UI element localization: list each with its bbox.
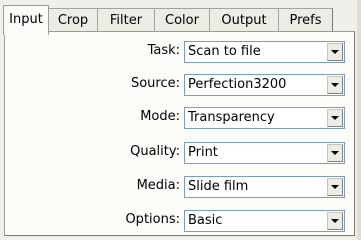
chevron-down-icon[interactable] xyxy=(327,178,343,196)
chevron-down-icon[interactable] xyxy=(327,43,343,61)
mode-row: Mode: Transparency xyxy=(5,107,356,129)
quality-select[interactable]: Print xyxy=(184,142,345,164)
chevron-down-icon[interactable] xyxy=(327,76,343,94)
mode-select[interactable]: Transparency xyxy=(184,107,345,129)
tab-output[interactable]: Output xyxy=(209,8,279,32)
media-label: Media: xyxy=(136,178,180,193)
media-value: Slide film xyxy=(188,179,249,194)
scan-settings-panel: Input Crop Filter Color Output Prefs Tas… xyxy=(0,0,361,240)
chevron-down-icon[interactable] xyxy=(327,109,343,127)
source-select[interactable]: Perfection3200 xyxy=(184,74,345,96)
mode-value: Transparency xyxy=(188,110,275,125)
tab-input-label: Input xyxy=(9,12,43,27)
mode-label: Mode: xyxy=(140,109,180,124)
chevron-down-icon[interactable] xyxy=(327,144,343,162)
tab-color[interactable]: Color xyxy=(154,8,210,32)
tab-prefs[interactable]: Prefs xyxy=(278,8,333,32)
tab-strip: Input Crop Filter Color Output Prefs xyxy=(3,5,357,35)
task-row: Task: Scan to file xyxy=(5,41,356,63)
source-row: Source: Perfection3200 xyxy=(5,74,356,96)
quality-value: Print xyxy=(188,145,218,160)
task-select[interactable]: Scan to file xyxy=(184,41,345,63)
options-value: Basic xyxy=(188,213,223,228)
quality-row: Quality: Print xyxy=(5,142,356,164)
tab-output-label: Output xyxy=(221,13,267,28)
tab-prefs-label: Prefs xyxy=(289,13,322,28)
task-label: Task: xyxy=(147,43,180,58)
tab-color-label: Color xyxy=(165,13,199,28)
source-label: Source: xyxy=(130,76,180,91)
options-label: Options: xyxy=(125,212,180,227)
options-row: Options: Basic xyxy=(5,210,356,232)
quality-label: Quality: xyxy=(130,144,180,159)
options-select[interactable]: Basic xyxy=(184,210,345,232)
tab-crop-label: Crop xyxy=(57,13,89,28)
media-row: Media: Slide film xyxy=(5,176,356,198)
tab-input[interactable]: Input xyxy=(3,5,49,35)
tab-crop[interactable]: Crop xyxy=(48,8,98,32)
tab-filter-label: Filter xyxy=(109,13,143,28)
task-value: Scan to file xyxy=(188,44,261,59)
window-edge xyxy=(357,0,361,240)
tab-filter[interactable]: Filter xyxy=(97,8,155,32)
tab-content-input: Task: Scan to file Source: Perfection320… xyxy=(4,31,355,236)
source-value: Perfection3200 xyxy=(188,77,287,92)
chevron-down-icon[interactable] xyxy=(327,212,343,230)
media-select[interactable]: Slide film xyxy=(184,176,345,198)
